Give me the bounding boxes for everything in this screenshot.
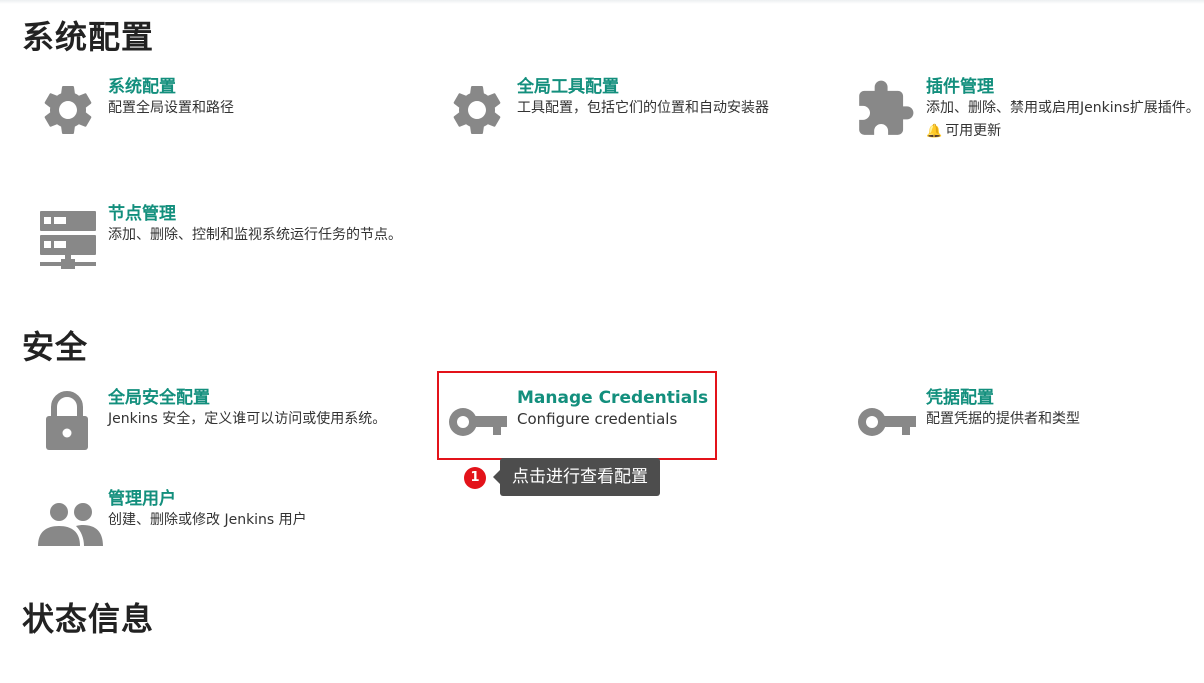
key-icon: [854, 387, 926, 459]
manage-users-desc: 创建、删除或修改 Jenkins 用户: [108, 512, 307, 528]
credential-config-desc: 配置凭据的提供者和类型: [926, 411, 1080, 427]
global-security-desc: Jenkins 安全，定义谁可以访问或使用系统。: [108, 411, 387, 427]
system-config-desc: 配置全局设置和路径: [108, 100, 234, 116]
puzzle-icon: [854, 76, 926, 148]
global-security-link[interactable]: 全局安全配置: [108, 387, 408, 409]
manage-users-link[interactable]: 管理用户: [108, 488, 408, 510]
section-title-status: 状态信息: [22, 600, 155, 638]
bell-icon: 🔔: [926, 124, 943, 139]
credential-config-link[interactable]: 凭据配置: [926, 387, 1204, 409]
plugins-link[interactable]: 插件管理: [926, 76, 1204, 98]
top-divider: [0, 0, 1204, 4]
section-title-system: 系统配置: [22, 18, 155, 56]
global-tools-link[interactable]: 全局工具配置: [517, 76, 817, 98]
plugin-update-label: 可用更新: [945, 123, 1002, 139]
plugin-update-notice[interactable]: 🔔 可用更新: [926, 121, 1204, 142]
nodes-desc: 添加、删除、控制和监视系统运行任务的节点。: [108, 227, 402, 243]
global-tools-desc: 工具配置，包括它们的位置和自动安装器: [517, 100, 769, 116]
annotation-tooltip: 点击进行查看配置: [493, 458, 660, 496]
nodes-link[interactable]: 节点管理: [108, 203, 408, 225]
section-title-security: 安全: [22, 328, 89, 366]
users-icon: [36, 488, 108, 560]
lock-icon: [36, 387, 108, 459]
step-badge: 1: [464, 467, 486, 489]
gear-icon: [445, 76, 517, 148]
system-config-link[interactable]: 系统配置: [108, 76, 408, 98]
server-icon: [36, 203, 108, 275]
highlight-box: [437, 371, 717, 460]
gear-icon: [36, 76, 108, 148]
plugins-desc: 添加、删除、禁用或启用Jenkins扩展插件。: [926, 100, 1200, 116]
